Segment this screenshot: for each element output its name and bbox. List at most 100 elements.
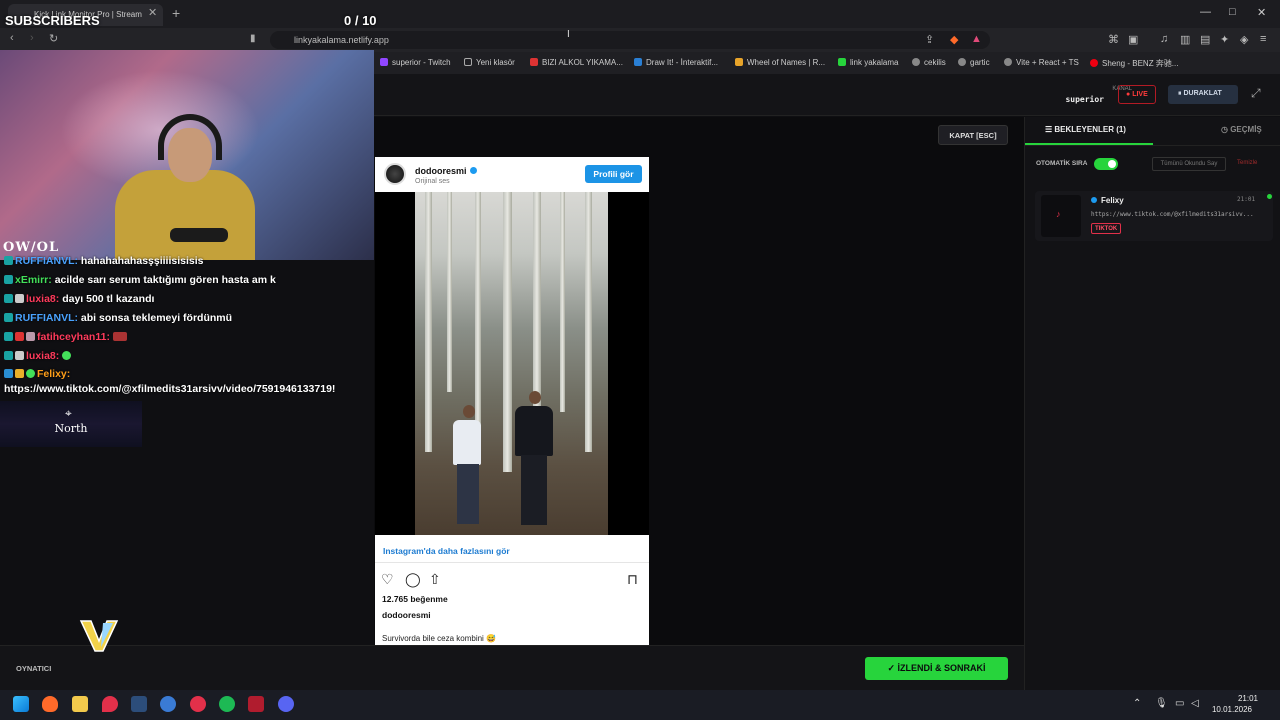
app-icon[interactable] [248,696,264,712]
wheel-icon [735,58,743,66]
divider [1025,145,1280,146]
url-input[interactable]: linkyakalama.netlify.app [270,31,990,49]
share-icon[interactable]: ⇧ [429,571,441,588]
live-badge: ● LIVE [1118,85,1156,104]
clear-button[interactable]: Temizle [1237,160,1257,166]
bookmark-item[interactable]: Yeni klasör [464,58,515,67]
chat-message: RUFFIANVL: hahahahahasşşiiiisisisis [4,255,204,267]
steam-icon[interactable] [131,696,147,712]
spotify-icon[interactable] [219,696,235,712]
mark-all-read-button[interactable]: Tümünü Okundu Say [1152,157,1226,171]
new-tab-button[interactable]: + [172,5,180,21]
site-icon [634,58,642,66]
brave-shield-icon[interactable]: ◆ [950,33,958,46]
bookmark-item[interactable]: Sheng - BENZ 奔驰... [1090,58,1178,69]
maps-icon[interactable] [102,696,118,712]
file-explorer-icon[interactable] [72,696,88,712]
taskbar-date[interactable]: 10.01.2026 [1210,705,1254,714]
app-icon[interactable] [190,696,206,712]
comment-icon[interactable]: ◯ [405,571,421,588]
minimize-icon[interactable]: — [1200,6,1211,18]
video-letterbox [608,192,649,535]
rewards-icon[interactable]: ▲ [971,33,982,45]
verified-icon [469,167,477,174]
bookmark-item[interactable]: superior - Twitch [380,58,451,67]
bookmark-item[interactable]: Wheel of Names | R... [735,58,825,67]
tray-chevron-icon[interactable]: ⌃ [1133,698,1141,709]
expand-icon[interactable]: ⤢ [1251,86,1261,101]
tiktok-icon: ♪ [1056,209,1061,219]
sidebar-icon[interactable]: ▥ [1180,33,1190,46]
auto-queue-toggle[interactable] [1094,158,1118,170]
toggle-knob [1108,160,1116,168]
screenshot-icon[interactable]: ▣ [1128,33,1138,46]
extensions-icon[interactable]: ⌘ [1108,33,1119,46]
tree-trunk [560,192,565,412]
player-bar: OYNATICI ✓ İZLENDİ & SONRAKİ [0,645,1024,690]
maximize-icon[interactable]: □ [1229,6,1236,18]
app-icon[interactable] [160,696,176,712]
ig-username[interactable]: dodooresmi [415,166,477,176]
taskbar-time[interactable]: 21:01 [1228,694,1268,703]
music-icon[interactable]: ♫ [1160,33,1168,45]
gift-icon [26,332,35,341]
leo-icon[interactable]: ✦ [1220,33,1229,46]
north-banner: ⌖ North [0,401,142,447]
pause-button[interactable]: ⏸ DURAKLAT [1168,85,1238,104]
globe-icon [958,58,966,66]
wallet-icon[interactable]: ▤ [1200,33,1210,46]
bookmark-item[interactable]: link yakalama [838,58,898,67]
close-window-icon[interactable]: ✕ [1257,6,1266,19]
like-icon[interactable]: ♡ [381,571,394,588]
player-label: OYNATICI [16,664,52,673]
site-icon [530,58,538,66]
caption-text: Survivorda bile ceza kombini 😅 [382,634,497,643]
badge-icon [4,294,13,303]
vpn-icon[interactable]: ◈ [1240,33,1248,46]
like-count: 12.765 beğenme [382,594,448,604]
queue-item[interactable]: ♪ Felixy 21:01 https://www.tiktok.com/@x… [1035,191,1273,241]
instagram-embed: dodooresmi Orijinal ses Profili gör Inst… [375,157,649,645]
bookmark-item[interactable]: Vite + React + TS [1004,58,1079,67]
back-icon[interactable]: ‹ [10,32,14,44]
bookmark-item[interactable]: Draw It! - İnteraktif... [634,58,718,67]
tree-trunk [585,192,592,452]
mic-icon[interactable]: 🎙 [1155,698,1168,709]
tree-trunk [503,192,512,472]
bookmark-item[interactable]: cekilis [912,58,946,67]
avatar[interactable] [384,163,406,185]
clock-icon: ◷ [1221,125,1231,134]
list-icon: ☰ [1045,125,1055,134]
queue-sidebar: ☰ BEKLEYENLER (1) ◷ GEÇMİŞ OTOMATİK SIRA… [1024,117,1280,690]
view-profile-button[interactable]: Profili gör [585,165,642,183]
bookmark-icon[interactable]: ▮ [250,33,256,44]
menu-icon[interactable]: ≡ [1260,33,1266,45]
brave-icon[interactable] [42,696,58,712]
close-viewer-button[interactable]: KAPAT [ESC] [938,125,1008,145]
volume-icon[interactable]: ◁ [1191,698,1199,709]
bookmark-item[interactable]: BIZI ALKOL YIKAMA... [530,58,623,67]
discord-icon[interactable] [278,696,294,712]
windows-start-icon[interactable] [13,696,29,712]
caption-username[interactable]: dodooresmi [382,610,431,620]
save-icon[interactable]: ⊓ [627,571,638,588]
subscribers-count: 0 / 10 [344,13,377,28]
network-icon[interactable]: ▭ [1175,698,1184,709]
watched-next-button[interactable]: ✓ İZLENDİ & SONRAKİ [865,657,1008,680]
bookmark-item[interactable]: gartic [958,58,990,67]
reload-icon[interactable]: ↻ [49,32,58,45]
tree-trunk [425,192,432,452]
queue-url[interactable]: https://www.tiktok.com/@xfilmedits31arsi… [1091,211,1271,218]
queue-user: Felixy [1091,196,1124,205]
instagram-more-link[interactable]: Instagram'da daha fazlasını gör [383,546,510,556]
share-icon[interactable]: ⇪ [925,33,934,46]
tab-queue[interactable]: ☰ BEKLEYENLER (1) [1025,117,1153,145]
tab-history[interactable]: ◷ GEÇMİŞ [1153,117,1280,145]
text-cursor-icon: I [567,29,570,40]
forward-icon[interactable]: › [30,32,34,44]
chat-message: luxia8: [4,350,73,362]
badge-icon [4,332,13,341]
tab-close-icon[interactable]: ✕ [148,6,157,19]
owl-logo: OW/OL [3,240,60,255]
video-frame[interactable] [415,192,608,535]
